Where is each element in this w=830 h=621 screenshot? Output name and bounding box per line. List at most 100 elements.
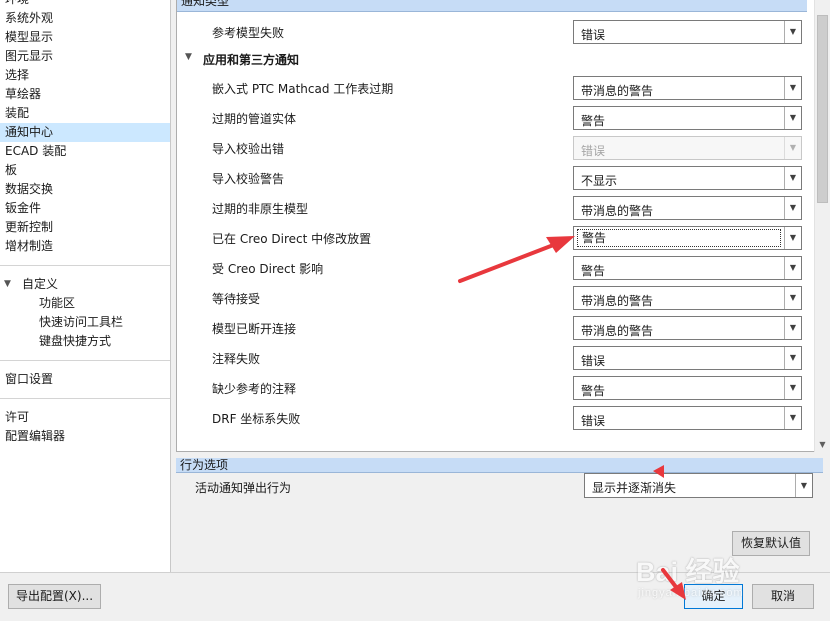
notification-level-select[interactable]: 警告 ▼ (573, 256, 802, 280)
setting-row: 注释失败 错误 ▼ (177, 343, 807, 373)
sidebar-item-update-control[interactable]: 更新控制 (0, 218, 170, 237)
notification-level-select[interactable]: 错误 ▼ (573, 346, 802, 370)
sidebar-item-environment[interactable]: 环境 (0, 0, 170, 9)
chevron-down-icon[interactable]: ▼ (784, 227, 801, 249)
setting-label: 等待接受 (212, 292, 261, 306)
export-config-button[interactable]: 导出配置(X)... (8, 584, 101, 609)
select-value: 错误 (581, 354, 606, 368)
sidebar-item-assembly[interactable]: 装配 (0, 104, 170, 123)
notification-level-select[interactable]: 带消息的警告 ▼ (573, 316, 802, 340)
setting-row: 过期的非原生模型 带消息的警告 ▼ (177, 193, 807, 223)
chevron-down-icon[interactable]: ▼ (784, 287, 801, 309)
sidebar-item-board[interactable]: 板 (0, 161, 170, 180)
select-value: 带消息的警告 (581, 294, 654, 308)
notification-level-select[interactable]: 带消息的警告 ▼ (573, 286, 802, 310)
notification-level-select[interactable]: 不显示 ▼ (573, 166, 802, 190)
collapse-triangle-icon[interactable]: ▼ (4, 275, 22, 294)
ok-button[interactable]: 确定 (684, 584, 743, 609)
select-value: 带消息的警告 (581, 204, 654, 218)
restore-defaults-button[interactable]: 恢复默认值 (732, 531, 810, 556)
scrollbar-thumb[interactable] (817, 15, 828, 203)
section-header-behavior-options: 行为选项 (176, 458, 823, 473)
select-value: 带消息的警告 (581, 324, 654, 338)
select-value: 警告 (581, 114, 606, 128)
setting-label: 受 Creo Direct 影响 (212, 262, 324, 276)
select-value: 警告 (581, 264, 606, 278)
chevron-down-icon[interactable]: ▼ (795, 474, 812, 497)
collapse-triangle-icon[interactable]: ▼ (185, 52, 192, 62)
notification-level-select-focused[interactable]: 警告 ▼ (573, 226, 802, 250)
sidebar-item-license[interactable]: 许可 (0, 408, 170, 427)
sidebar-item-additive-manufacturing[interactable]: 增材制造 (0, 237, 170, 256)
sidebar-divider (0, 360, 170, 361)
setting-label: 缺少参考的注释 (212, 382, 297, 396)
chevron-down-icon[interactable]: ▼ (784, 347, 801, 369)
group-apps-third-party[interactable]: ▼ 应用和第三方通知 (177, 48, 807, 70)
section-header-notification-types: 通知类型 (177, 0, 807, 12)
sidebar-item-config-editor[interactable]: 配置编辑器 (0, 427, 170, 446)
chevron-down-icon[interactable]: ▼ (784, 197, 801, 219)
setting-row: 导入校验出错 错误 ▼ (177, 133, 807, 163)
select-value: 警告 (581, 384, 606, 398)
setting-row: 已在 Creo Direct 中修改放置 警告 ▼ (177, 223, 807, 253)
chevron-down-icon[interactable]: ▼ (784, 107, 801, 129)
category-sidebar: 环境 系统外观 模型显示 图元显示 选择 草绘器 装配 通知中心 ECAD 装配… (0, 0, 171, 572)
notification-level-select[interactable]: 带消息的警告 ▼ (573, 196, 802, 220)
select-value: 显示并逐渐消失 (592, 481, 677, 495)
sidebar-item-entity-display[interactable]: 图元显示 (0, 47, 170, 66)
sidebar-item-model-display[interactable]: 模型显示 (0, 28, 170, 47)
sidebar-divider (0, 265, 170, 266)
setting-label: 注释失败 (212, 352, 261, 366)
setting-row: DRF 坐标系失败 错误 ▼ (177, 403, 807, 433)
notification-level-select[interactable]: 错误 ▼ (573, 20, 802, 44)
section-header-label: 通知类型 (181, 0, 230, 8)
sidebar-item-quick-access-toolbar[interactable]: 快速访问工具栏 (0, 313, 170, 332)
notification-settings-panel: 通知类型 参考模型失败 错误 ▼ ▼ 应用和第三方通知 嵌入式 PTC Math… (176, 0, 830, 452)
vertical-scrollbar[interactable]: ▼ (814, 0, 830, 452)
select-value: 错误 (581, 28, 606, 42)
popup-behavior-label: 活动通知弹出行为 (195, 481, 292, 495)
setting-row: 参考模型失败 错误 ▼ (177, 17, 807, 47)
chevron-down-icon[interactable]: ▼ (784, 377, 801, 399)
setting-label: 参考模型失败 (212, 26, 285, 40)
sidebar-item-label: 自定义 (22, 277, 59, 291)
setting-row: 缺少参考的注释 警告 ▼ (177, 373, 807, 403)
sidebar-item-customize[interactable]: ▼ 自定义 (0, 275, 170, 294)
chevron-down-icon[interactable]: ▼ (784, 317, 801, 339)
setting-row: 模型已断开连接 带消息的警告 ▼ (177, 313, 807, 343)
footer-divider (0, 572, 830, 573)
sidebar-item-selection[interactable]: 选择 (0, 66, 170, 85)
sidebar-item-ecad-assembly[interactable]: ECAD 装配 (0, 142, 170, 161)
setting-label: 已在 Creo Direct 中修改放置 (212, 232, 372, 246)
select-value: 错误 (581, 414, 606, 428)
chevron-down-icon[interactable]: ▼ (784, 21, 801, 43)
select-value: 错误 (581, 144, 606, 158)
select-value: 警告 (577, 229, 781, 247)
scroll-down-arrow-icon[interactable]: ▼ (815, 437, 830, 452)
notification-level-select[interactable]: 警告 ▼ (573, 106, 802, 130)
popup-behavior-select[interactable]: 显示并逐渐消失 ▼ (584, 473, 813, 498)
setting-label: 导入校验警告 (212, 172, 285, 186)
notification-level-select[interactable]: 错误 ▼ (573, 406, 802, 430)
notification-level-select: 错误 ▼ (573, 136, 802, 160)
sidebar-item-sheetmetal[interactable]: 钣金件 (0, 199, 170, 218)
sidebar-item-keyboard-shortcuts[interactable]: 键盘快捷方式 (0, 332, 170, 351)
setting-label: 过期的管道实体 (212, 112, 297, 126)
setting-row: 过期的管道实体 警告 ▼ (177, 103, 807, 133)
cancel-button[interactable]: 取消 (752, 584, 814, 609)
chevron-down-icon[interactable]: ▼ (784, 407, 801, 429)
sidebar-item-notification-center[interactable]: 通知中心 (0, 123, 170, 142)
sidebar-item-system-appearance[interactable]: 系统外观 (0, 9, 170, 28)
chevron-down-icon[interactable]: ▼ (784, 77, 801, 99)
sidebar-item-window-settings[interactable]: 窗口设置 (0, 370, 170, 389)
chevron-down-icon[interactable]: ▼ (784, 257, 801, 279)
sidebar-item-sketcher[interactable]: 草绘器 (0, 85, 170, 104)
scroll-up-arrow[interactable] (815, 0, 830, 15)
notification-level-select[interactable]: 带消息的警告 ▼ (573, 76, 802, 100)
select-value: 不显示 (581, 174, 618, 188)
sidebar-item-data-exchange[interactable]: 数据交换 (0, 180, 170, 199)
notification-level-select[interactable]: 警告 ▼ (573, 376, 802, 400)
sidebar-divider (0, 398, 170, 399)
sidebar-item-ribbon[interactable]: 功能区 (0, 294, 170, 313)
chevron-down-icon[interactable]: ▼ (784, 167, 801, 189)
